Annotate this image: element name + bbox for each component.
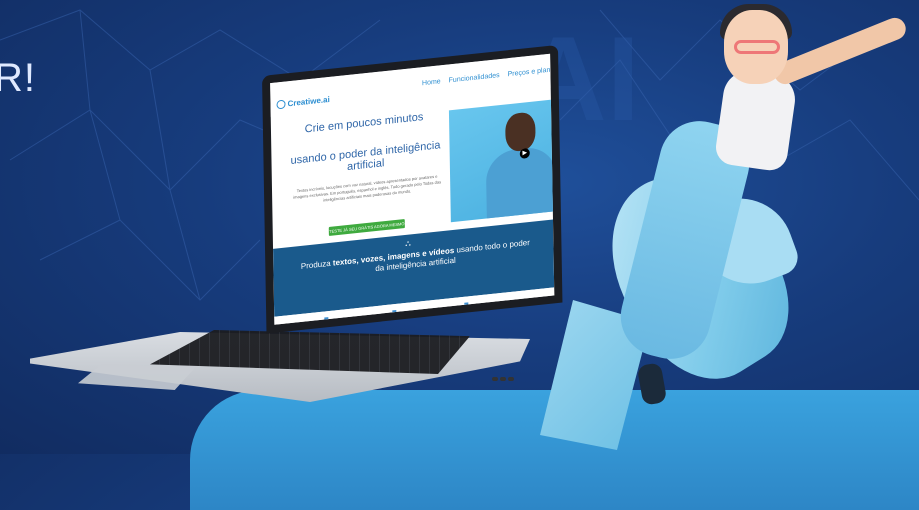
band-text-prefix: Produza [300,258,333,271]
sitemap-icon: ⛬ [405,238,411,248]
site-logo-text: Creatiwe.ai [287,94,330,109]
features-band-text: Produza textos, vozes, imagens e vídeos … [295,237,535,282]
nav-link-features[interactable]: Funcionalidades [449,72,500,84]
avatar-head [505,111,536,153]
hero-description: Textos incríveis, locuções com voz natur… [293,173,442,203]
avatar-video-player[interactable]: ▶ [448,98,563,223]
nav-link-home[interactable]: Home [422,78,441,87]
hero-title: Crie em poucos minutos [304,111,424,136]
nav-links: Home Funcionalidades Preços e planos B [416,65,563,88]
voice-feature-icon[interactable] [392,309,397,316]
nav-link-pricing[interactable]: Preços e planos [508,66,558,78]
text-feature-icon[interactable] [324,317,329,323]
free-trial-button[interactable]: TESTE JÁ SEU GRÁTIS AGORA MESMO [328,219,405,237]
image-feature-icon[interactable] [464,302,469,308]
logo-icon [276,99,286,110]
laptop-ports [492,368,524,381]
laptop-screen: Creatiwe.ai Home Funcionalidades Preços … [262,44,563,334]
laptop-screen-wrapper: Creatiwe.ai Home Funcionalidades Preços … [262,44,563,346]
girl-glasses [734,40,780,54]
hero-subtitle: usando o poder da inteligência artificia… [290,139,441,174]
site-logo[interactable]: Creatiwe.ai [276,94,330,110]
